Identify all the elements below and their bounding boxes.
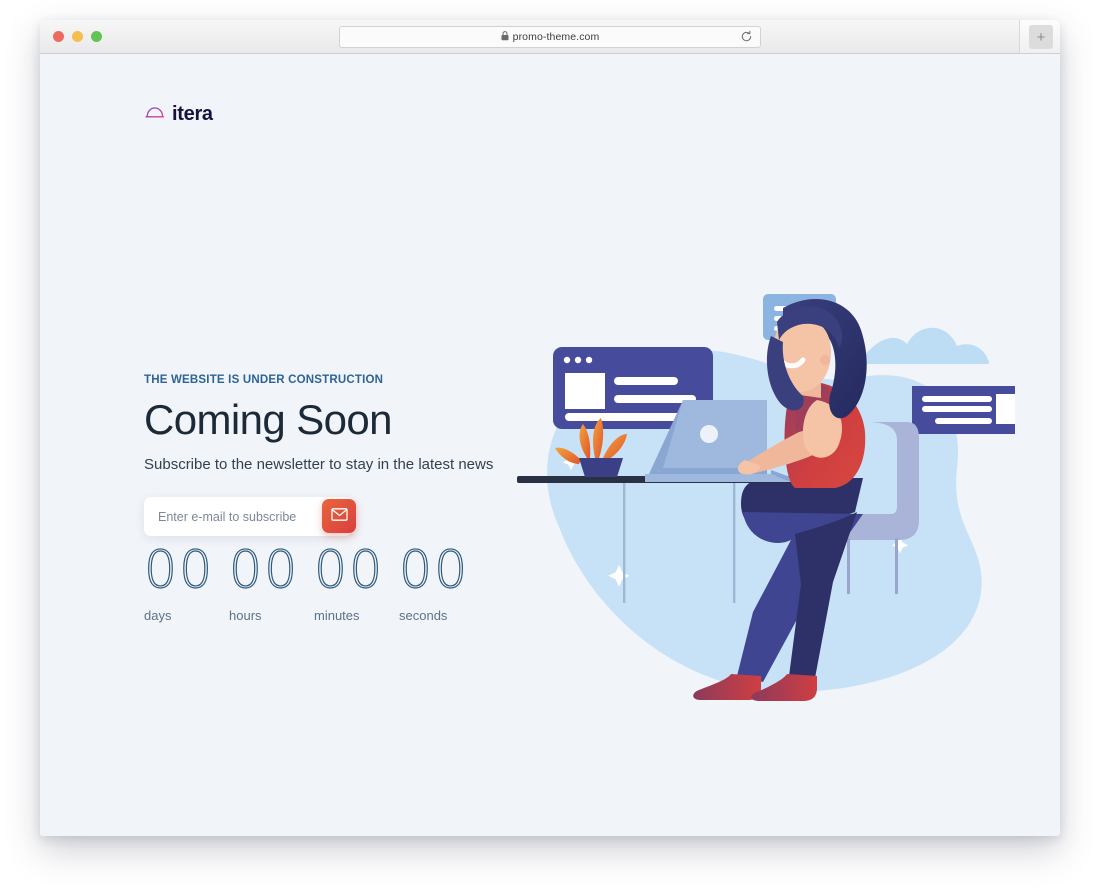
new-tab-button[interactable]: + bbox=[1029, 25, 1053, 49]
arch-cloud-icon bbox=[145, 105, 165, 124]
hero-eyebrow: THE WEBSITE IS UNDER CONSTRUCTION bbox=[144, 374, 384, 386]
countdown-unit-minutes: 00 minutes bbox=[313, 540, 399, 623]
info-card bbox=[912, 386, 1015, 434]
address-bar-url: promo-theme.com bbox=[512, 31, 600, 43]
site-logo[interactable]: itera bbox=[145, 103, 213, 126]
countdown-value: 00 bbox=[228, 540, 300, 600]
reload-icon[interactable] bbox=[740, 30, 753, 48]
subscribe-form[interactable] bbox=[144, 496, 356, 538]
browser-window: promo-theme.com + itera THE WEBSITE IS U… bbox=[40, 20, 1060, 836]
countdown-value: 00 bbox=[313, 540, 385, 600]
envelope-icon bbox=[330, 508, 348, 524]
countdown-value: 00 bbox=[143, 540, 215, 600]
lock-icon bbox=[501, 28, 509, 46]
cloud bbox=[861, 327, 989, 364]
site-logo-text: itera bbox=[172, 103, 213, 125]
countdown-timer: 00 days 00 hours 00 minutes 00 seconds bbox=[143, 540, 484, 623]
countdown-value: 00 bbox=[398, 540, 470, 600]
maximize-window-button[interactable] bbox=[91, 31, 102, 42]
address-bar[interactable]: promo-theme.com bbox=[339, 26, 761, 48]
countdown-unit-seconds: 00 seconds bbox=[398, 540, 484, 623]
minimize-window-button[interactable] bbox=[72, 31, 83, 42]
countdown-label: seconds bbox=[399, 608, 448, 623]
countdown-label: days bbox=[144, 608, 172, 623]
countdown-unit-hours: 00 hours bbox=[228, 540, 314, 623]
email-field[interactable] bbox=[144, 496, 320, 538]
page-title: Coming Soon bbox=[144, 396, 392, 443]
close-window-button[interactable] bbox=[53, 31, 64, 42]
woman-working-at-desk-illustration bbox=[495, 282, 1015, 702]
hero-subtext: Subscribe to the newsletter to stay in t… bbox=[144, 456, 494, 474]
countdown-label: minutes bbox=[314, 608, 360, 623]
cloud-base bbox=[861, 360, 989, 364]
window-controls[interactable] bbox=[53, 31, 102, 42]
hero-text-block: THE WEBSITE IS UNDER CONSTRUCTION Coming… bbox=[144, 374, 504, 538]
page-content: itera THE WEBSITE IS UNDER CONSTRUCTION … bbox=[40, 54, 1060, 836]
browser-titlebar: promo-theme.com + bbox=[40, 20, 1060, 54]
countdown-label: hours bbox=[229, 608, 262, 623]
subscribe-button[interactable] bbox=[322, 499, 356, 534]
countdown-unit-days: 00 days bbox=[143, 540, 229, 623]
shoes bbox=[693, 674, 817, 701]
